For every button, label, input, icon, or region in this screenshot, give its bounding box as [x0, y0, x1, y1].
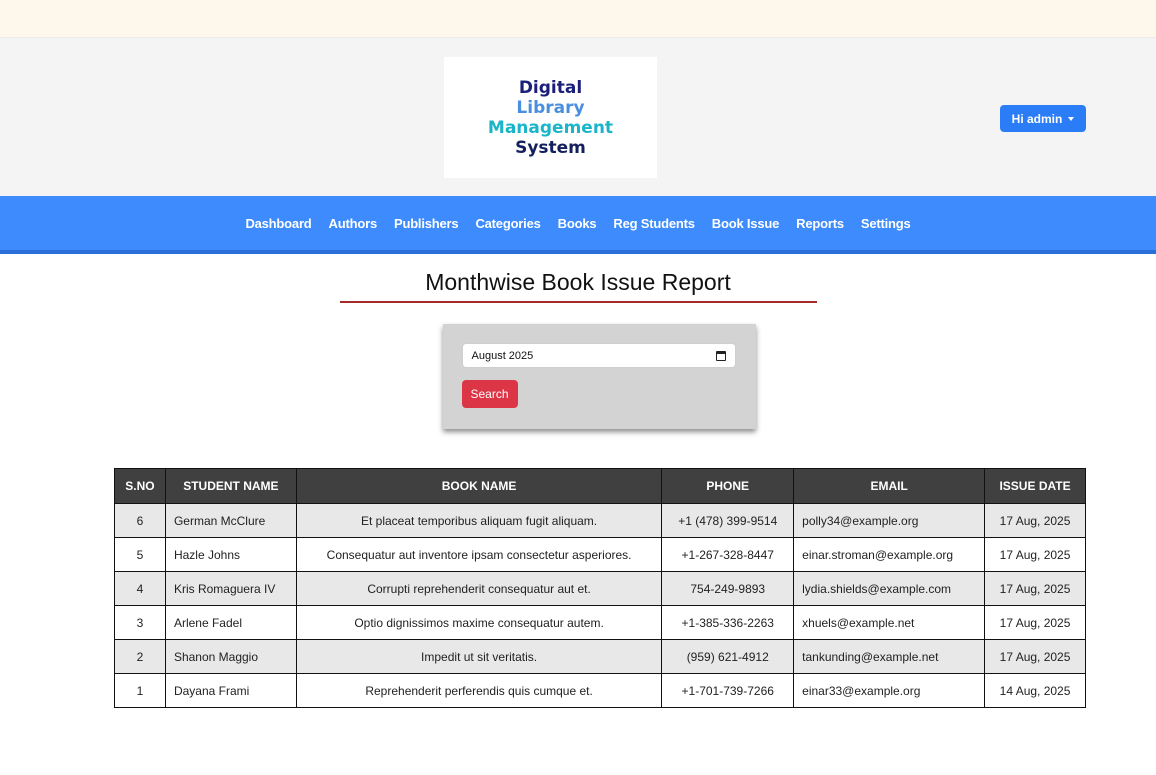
cell-sno: 5 — [114, 537, 166, 572]
table-row: 2 Shanon Maggio Impedit ut sit veritatis… — [114, 639, 1086, 674]
cell-issue-date: 17 Aug, 2025 — [984, 503, 1086, 538]
nav-publishers[interactable]: Publishers — [394, 216, 459, 231]
cell-issue-date: 17 Aug, 2025 — [984, 571, 1086, 606]
user-menu-label: Hi admin — [1011, 111, 1063, 126]
header-book-name: BOOK NAME — [295, 468, 663, 504]
cell-phone: 754-249-9893 — [661, 571, 795, 606]
cell-issue-date: 17 Aug, 2025 — [984, 605, 1086, 640]
site-logo[interactable]: Digital Library Management System — [444, 57, 657, 178]
cell-issue-date: 17 Aug, 2025 — [984, 537, 1086, 572]
cell-issue-date: 17 Aug, 2025 — [984, 639, 1086, 674]
nav-categories[interactable]: Categories — [475, 216, 540, 231]
cell-phone: +1 (478) 399-9514 — [661, 503, 795, 538]
month-input-value: August 2025 — [471, 349, 534, 362]
cell-sno: 2 — [114, 639, 166, 674]
table-row: 1 Dayana Frami Reprehenderit perferendis… — [114, 673, 1086, 708]
cell-phone: +1-267-328-8447 — [661, 537, 795, 572]
logo-line-2: Library — [516, 97, 585, 118]
user-menu-button[interactable]: Hi admin — [1000, 105, 1086, 132]
issue-report-table: S.NO STUDENT NAME BOOK NAME PHONE EMAIL … — [114, 468, 1086, 708]
cell-sno: 4 — [114, 571, 166, 606]
logo-line-4: System — [515, 137, 586, 158]
table-header-row: S.NO STUDENT NAME BOOK NAME PHONE EMAIL … — [114, 468, 1086, 504]
top-strip — [0, 0, 1156, 38]
nav-settings[interactable]: Settings — [861, 216, 911, 231]
cell-sno: 3 — [114, 605, 166, 640]
header-phone: PHONE — [661, 468, 795, 504]
cell-book-name: Optio dignissimos maxime consequatur aut… — [295, 605, 663, 640]
cell-student-name: Dayana Frami — [164, 673, 297, 708]
cell-student-name: Arlene Fadel — [164, 605, 297, 640]
search-form: August 2025 Search — [442, 324, 756, 429]
cell-sno: 1 — [114, 673, 166, 708]
nav-reports[interactable]: Reports — [796, 216, 844, 231]
nav-dashboard[interactable]: Dashboard — [245, 216, 311, 231]
table-row: 6 German McClure Et placeat temporibus a… — [114, 503, 1086, 538]
cell-email: einar.stroman@example.org — [793, 537, 986, 572]
header-email: EMAIL — [793, 468, 986, 504]
nav-books[interactable]: Books — [558, 216, 597, 231]
main-nav: Dashboard Authors Publishers Categories … — [0, 196, 1156, 254]
search-button[interactable]: Search — [461, 380, 518, 408]
cell-phone: +1-701-739-7266 — [661, 673, 795, 708]
logo-line-3: Management — [487, 117, 614, 138]
cell-book-name: Reprehenderit perferendis quis cumque et… — [295, 673, 663, 708]
month-input[interactable]: August 2025 — [461, 343, 736, 368]
cell-email: xhuels@example.net — [793, 605, 986, 640]
cell-email: polly34@example.org — [793, 503, 986, 538]
header-issue-date: ISSUE DATE — [984, 468, 1086, 504]
cell-book-name: Et placeat temporibus aliquam fugit aliq… — [295, 503, 663, 538]
cell-book-name: Impedit ut sit veritatis. — [295, 639, 663, 674]
cell-book-name: Corrupti reprehenderit consequatur aut e… — [295, 571, 663, 606]
cell-email: einar33@example.org — [793, 673, 986, 708]
table-row: 4 Kris Romaguera IV Corrupti reprehender… — [114, 571, 1086, 606]
cell-book-name: Consequatur aut inventore ipsam consecte… — [295, 537, 663, 572]
nav-reg-students[interactable]: Reg Students — [613, 216, 695, 231]
page-title: Monthwise Book Issue Report — [339, 269, 817, 303]
table-row: 3 Arlene Fadel Optio dignissimos maxime … — [114, 605, 1086, 640]
cell-phone: (959) 621-4912 — [661, 639, 795, 674]
cell-student-name: Hazle Johns — [164, 537, 297, 572]
cell-email: tankunding@example.net — [793, 639, 986, 674]
caret-down-icon — [1068, 116, 1075, 121]
header-sno: S.NO — [114, 468, 166, 504]
cell-issue-date: 14 Aug, 2025 — [984, 673, 1086, 708]
calendar-icon[interactable] — [715, 350, 726, 361]
cell-email: lydia.shields@example.com — [793, 571, 986, 606]
header: Digital Library Management System Hi adm… — [0, 38, 1156, 196]
logo-line-1: Digital — [518, 77, 583, 98]
cell-sno: 6 — [114, 503, 166, 538]
cell-student-name: Kris Romaguera IV — [164, 571, 297, 606]
table-row: 5 Hazle Johns Consequatur aut inventore … — [114, 537, 1086, 572]
cell-phone: +1-385-336-2263 — [661, 605, 795, 640]
header-student-name: STUDENT NAME — [164, 468, 297, 504]
cell-student-name: Shanon Maggio — [164, 639, 297, 674]
nav-book-issue[interactable]: Book Issue — [712, 216, 780, 231]
title-wrap: Monthwise Book Issue Report — [0, 269, 1156, 303]
nav-authors[interactable]: Authors — [329, 216, 378, 231]
cell-student-name: German McClure — [164, 503, 297, 538]
